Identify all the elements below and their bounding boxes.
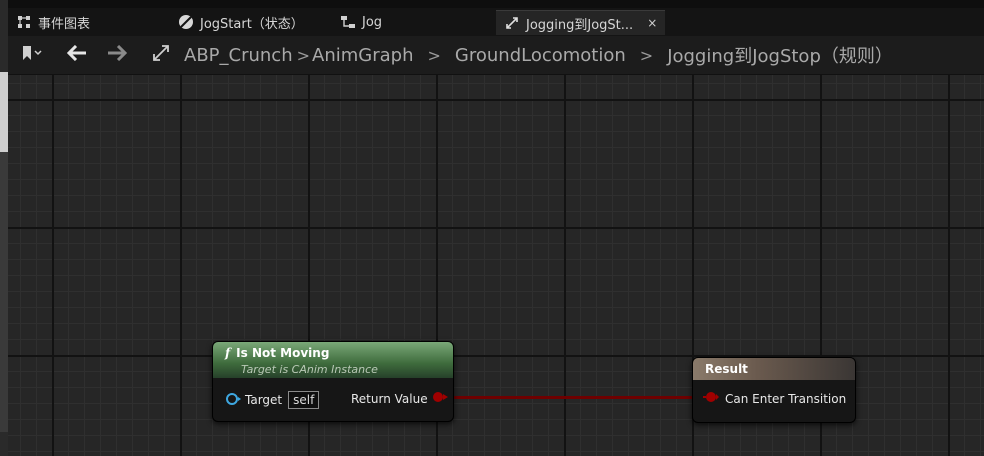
result-node[interactable]: Result Can Enter Transition bbox=[692, 357, 856, 423]
target-pin-row: Target self bbox=[225, 391, 320, 409]
back-button[interactable] bbox=[62, 42, 92, 68]
bool-pin-icon[interactable] bbox=[703, 390, 719, 407]
bool-pin-icon[interactable] bbox=[432, 390, 448, 407]
bookmark-icon bbox=[21, 45, 43, 65]
left-panel-body bbox=[0, 152, 8, 432]
transition-icon bbox=[504, 15, 520, 31]
node-header: f Is Not Moving Target is CAnim Instance bbox=[213, 342, 453, 378]
breadcrumb-toolbar: ABP_Crunch > AnimGraph > GroundLocomotio… bbox=[8, 36, 984, 75]
target-pin-label: Target bbox=[245, 393, 283, 407]
state-machine-icon bbox=[340, 14, 356, 30]
breadcrumb: ABP_Crunch > AnimGraph > GroundLocomotio… bbox=[184, 36, 893, 74]
arrow-left-icon bbox=[66, 44, 87, 65]
tab-label: 事件图表 bbox=[38, 16, 91, 32]
tab-label: Jogging到JogSt... bbox=[526, 17, 634, 33]
node-title: Result bbox=[705, 362, 748, 376]
breadcrumb-separator: > bbox=[639, 45, 654, 65]
node-title: Is Not Moving bbox=[236, 346, 330, 360]
document-tab-bar: 事件图表 JogStart（状态） Jog Jogging到JogSt... × bbox=[8, 0, 984, 36]
target-self-field[interactable]: self bbox=[288, 391, 320, 409]
tab-label: JogStart（状态） bbox=[200, 16, 304, 32]
can-enter-transition-pin-row: Can Enter Transition bbox=[703, 390, 846, 407]
breadcrumb-item-transition-rule[interactable]: Jogging到JogStop（规则） bbox=[667, 42, 893, 68]
breadcrumb-item-groundlocomotion[interactable]: GroundLocomotion bbox=[455, 45, 626, 66]
object-pin-icon[interactable] bbox=[225, 392, 241, 409]
return-value-pin-label: Return Value bbox=[351, 391, 428, 406]
state-icon bbox=[178, 14, 194, 30]
breadcrumb-separator: > bbox=[427, 45, 441, 65]
tab-label: Jog bbox=[362, 14, 383, 30]
transition-icon bbox=[152, 44, 170, 66]
return-value-pin-row: Return Value bbox=[351, 390, 448, 407]
breadcrumb-separator: > bbox=[296, 45, 311, 65]
breadcrumb-item-abp-crunch[interactable]: ABP_Crunch bbox=[184, 45, 293, 66]
bool-wire[interactable] bbox=[436, 396, 706, 399]
left-panel-strip bbox=[0, 0, 8, 456]
tab-event-graph[interactable]: 事件图表 bbox=[16, 10, 90, 34]
transition-graph-icon-button bbox=[148, 42, 174, 68]
node-subtitle: Target is CAnim Instance bbox=[241, 363, 378, 376]
forward-button[interactable] bbox=[102, 42, 132, 68]
bookmark-dropdown-button[interactable] bbox=[14, 42, 50, 68]
can-enter-transition-label: Can Enter Transition bbox=[725, 391, 847, 406]
left-panel-thumb bbox=[0, 72, 8, 152]
tab-jogstart-state[interactable]: JogStart（状态） bbox=[178, 10, 304, 34]
tab-transition-rule[interactable]: Jogging到JogSt... × bbox=[496, 10, 666, 35]
function-icon: f bbox=[225, 346, 231, 360]
is-not-moving-node[interactable]: f Is Not Moving Target is CAnim Instance … bbox=[212, 341, 454, 422]
event-graph-icon bbox=[16, 14, 32, 30]
arrow-right-icon bbox=[107, 44, 128, 65]
tab-jog[interactable]: Jog bbox=[340, 10, 382, 34]
breadcrumb-item-animgraph[interactable]: AnimGraph bbox=[312, 45, 413, 66]
close-icon[interactable]: × bbox=[647, 16, 657, 30]
node-header: Result bbox=[693, 358, 855, 380]
